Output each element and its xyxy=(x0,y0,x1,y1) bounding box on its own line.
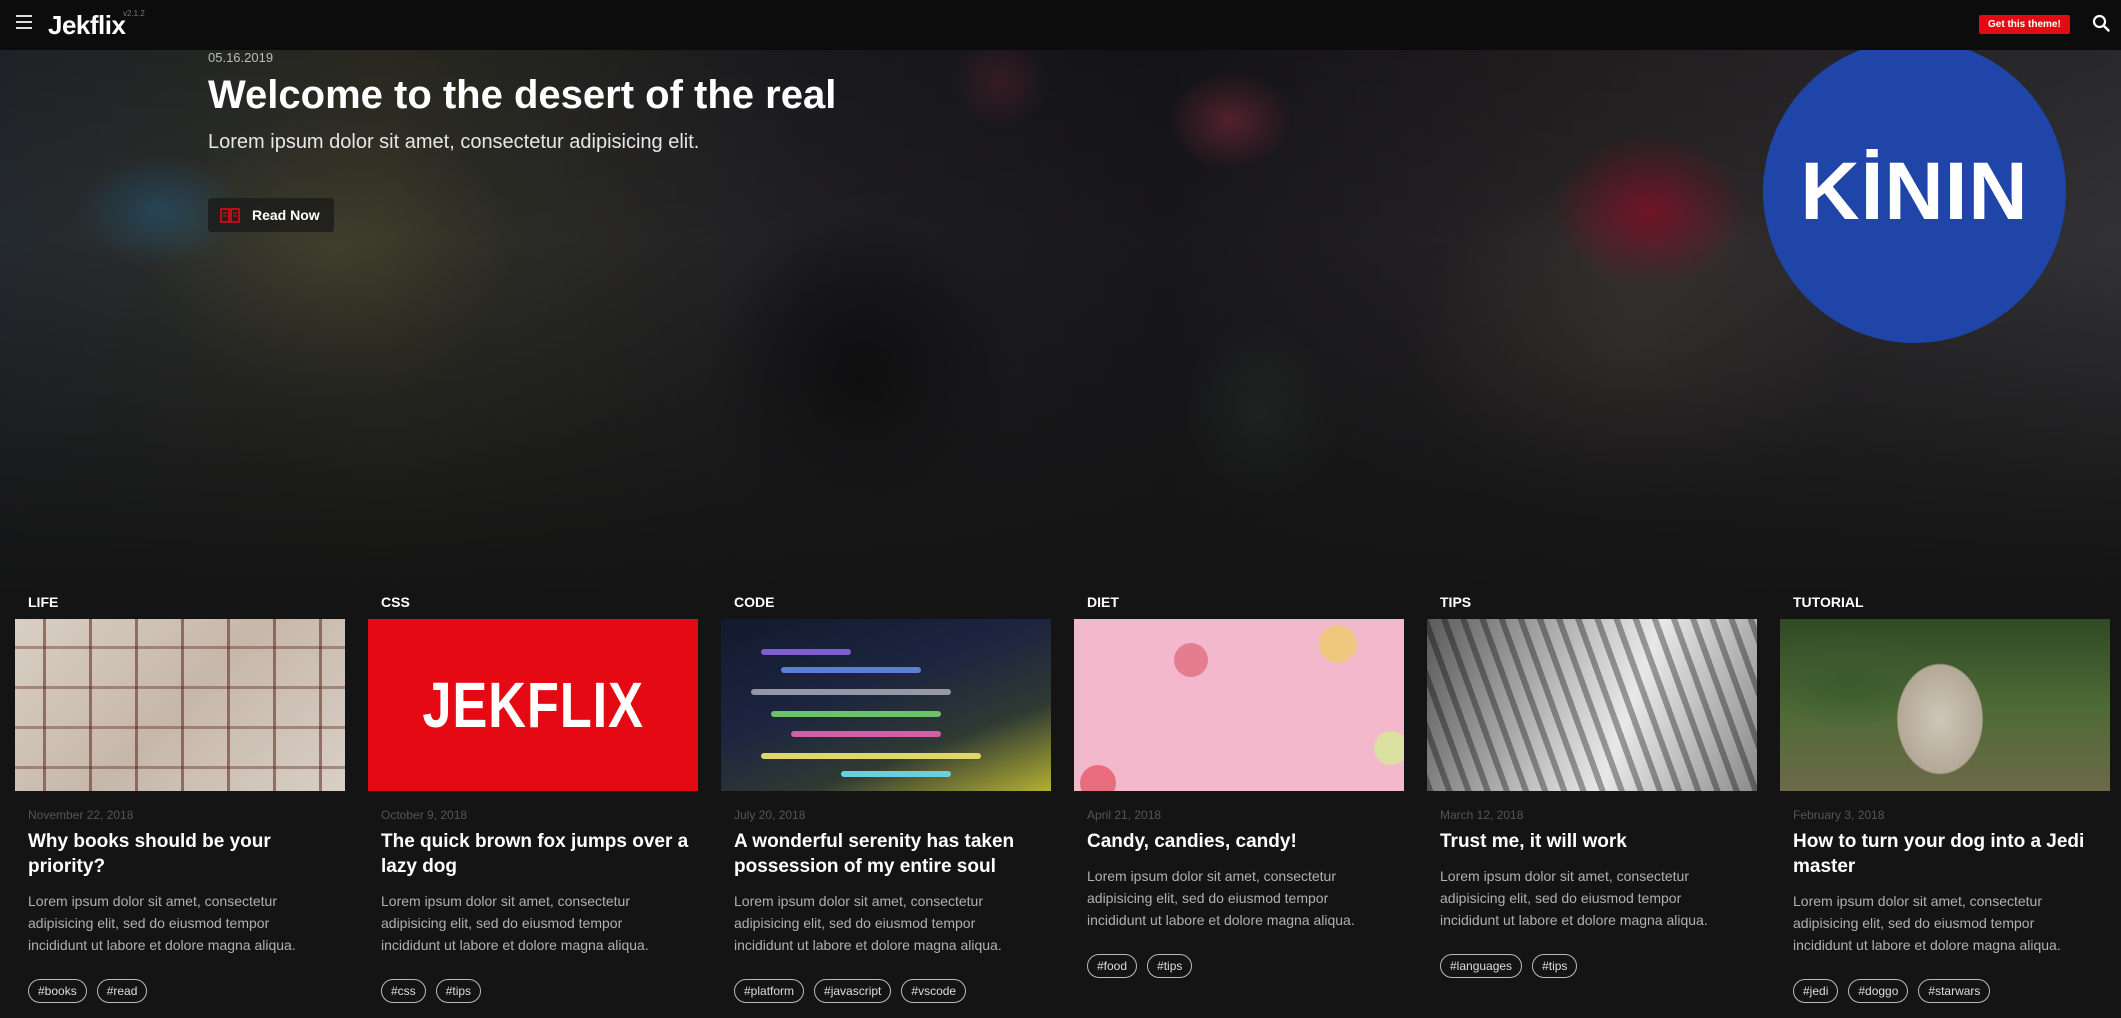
card-tags: #css #tips xyxy=(381,979,482,1003)
open-books-image[interactable] xyxy=(15,619,345,791)
tag-chip[interactable]: #tips xyxy=(1147,954,1193,978)
card-date: February 3, 2018 xyxy=(1793,808,1885,822)
version-label: v2.1.2 xyxy=(123,9,145,18)
hero-content: 05.16.2019 Welcome to the desert of the … xyxy=(208,50,836,232)
card-excerpt: Lorem ipsum dolor sit amet, consectetur … xyxy=(1440,868,1708,928)
tag-chip[interactable]: #tips xyxy=(435,979,482,1003)
card-tags: #food #tips xyxy=(1087,954,1193,978)
tag-chip[interactable]: #languages xyxy=(1440,954,1523,978)
card-title[interactable]: Why books should be your priority? xyxy=(28,829,343,879)
card-tags: #languages #tips xyxy=(1440,954,1578,978)
tag-chip[interactable]: #jedi xyxy=(1793,979,1839,1003)
card-excerpt: Lorem ipsum dolor sit amet, consectetur … xyxy=(1087,868,1355,928)
card-date: March 12, 2018 xyxy=(1440,808,1524,822)
post-card[interactable]: CODE July 20, 2018 A wonderful serenity … xyxy=(721,588,1051,1003)
hero-date: 05.16.2019 xyxy=(208,50,274,65)
get-theme-button[interactable]: Get this theme! xyxy=(1979,15,2070,34)
search-icon[interactable] xyxy=(2092,14,2110,32)
thumb-logo-text: JEKFLIX xyxy=(422,669,644,741)
card-date: November 22, 2018 xyxy=(28,808,134,822)
card-excerpt: Lorem ipsum dolor sit amet, consectetur … xyxy=(734,893,1002,953)
tag-chip[interactable]: #doggo xyxy=(1848,979,1909,1003)
card-excerpt: Lorem ipsum dolor sit amet, consectetur … xyxy=(28,893,296,953)
hero-subtitle: Lorem ipsum dolor sit amet, consectetur … xyxy=(208,131,700,153)
card-title[interactable]: A wonderful serenity has taken possessio… xyxy=(734,829,1049,879)
jekflix-logo-image[interactable]: JEKFLIX xyxy=(368,619,698,791)
card-tags: #platform #javascript #vscode xyxy=(734,979,967,1003)
card-title[interactable]: The quick brown fox jumps over a lazy do… xyxy=(381,829,696,879)
tag-chip[interactable]: #javascript xyxy=(814,979,892,1003)
tag-chip[interactable]: #tips xyxy=(1532,954,1578,978)
tag-chip[interactable]: #starwars xyxy=(1918,979,1991,1003)
card-tags: #books #read xyxy=(28,979,148,1003)
card-date: October 9, 2018 xyxy=(381,808,468,822)
card-category[interactable]: CSS xyxy=(381,594,410,610)
tag-chip[interactable]: #vscode xyxy=(901,979,967,1003)
tag-chip[interactable]: #read xyxy=(96,979,148,1003)
top-navbar: Jekflix v2.1.2 Get this theme! xyxy=(0,0,2121,50)
read-now-label: Read Now xyxy=(252,207,320,223)
card-title[interactable]: Candy, candies, candy! xyxy=(1087,829,1402,854)
post-card[interactable]: DIET April 21, 2018 Candy, candies, cand… xyxy=(1074,588,1404,978)
card-date: July 20, 2018 xyxy=(734,808,806,822)
card-excerpt: Lorem ipsum dolor sit amet, consectetur … xyxy=(1793,893,2061,953)
code-screen-image[interactable] xyxy=(721,619,1051,791)
card-category[interactable]: TIPS xyxy=(1440,594,1471,610)
hamburger-menu-icon[interactable] xyxy=(16,15,32,29)
tag-chip[interactable]: #food xyxy=(1087,954,1138,978)
card-title[interactable]: Trust me, it will work xyxy=(1440,829,1755,854)
card-date: April 21, 2018 xyxy=(1087,808,1162,822)
hero-title[interactable]: Welcome to the desert of the real xyxy=(208,73,836,117)
card-category[interactable]: CODE xyxy=(734,594,774,610)
site-logo[interactable]: Jekflix xyxy=(48,10,126,41)
card-category[interactable]: TUTORIAL xyxy=(1793,594,1864,610)
read-now-button[interactable]: Read Now xyxy=(208,198,334,232)
pug-blanket-image[interactable] xyxy=(1780,619,2110,791)
candy-pink-image[interactable] xyxy=(1074,619,1404,791)
tag-chip[interactable]: #css xyxy=(381,979,426,1003)
kinin-watermark-badge: KİNIN xyxy=(1763,40,2066,343)
dollar-bills-image[interactable] xyxy=(1427,619,1757,791)
tag-chip[interactable]: #books xyxy=(28,979,87,1003)
book-icon xyxy=(220,207,240,223)
card-category[interactable]: DIET xyxy=(1087,594,1119,610)
card-title[interactable]: How to turn your dog into a Jedi master xyxy=(1793,829,2108,879)
card-excerpt: Lorem ipsum dolor sit amet, consectetur … xyxy=(381,893,649,953)
card-tags: #jedi #doggo #starwars xyxy=(1793,979,1991,1003)
tag-chip[interactable]: #platform xyxy=(734,979,805,1003)
card-category[interactable]: LIFE xyxy=(28,594,58,610)
